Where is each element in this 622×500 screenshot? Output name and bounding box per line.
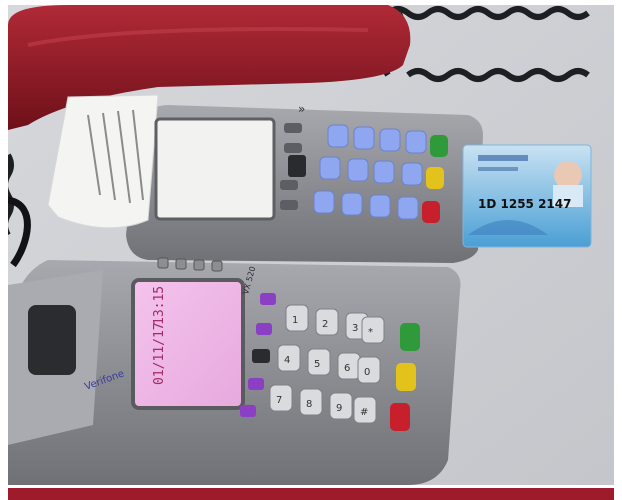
nav-button (288, 155, 306, 177)
printer-slot (28, 305, 76, 375)
id-card-number: 1D 1255 2147 (478, 197, 571, 211)
key-0: 0 (364, 367, 370, 378)
key-4: 4 (284, 355, 290, 366)
terminal-top-arrow: » (298, 102, 305, 116)
key-8: 8 (306, 399, 312, 410)
photo-illustration: » 1D 1255 2147 01/11/17 13:15 Verifone V… (8, 5, 614, 485)
card-photo (554, 161, 582, 189)
key-2: 2 (322, 319, 328, 330)
footer-accent-bar (8, 488, 614, 500)
screen-time: 13:15 (152, 286, 167, 325)
id-card: 1D 1255 2147 (462, 144, 592, 248)
key-1: 1 (292, 315, 298, 326)
key-5: 5 (314, 359, 320, 370)
key-3: 3 (352, 323, 358, 334)
key-star: * (368, 327, 373, 338)
key-7: 7 (276, 395, 282, 406)
screen-date: 01/11/17 (152, 322, 167, 385)
terminal-bottom-screen (131, 278, 245, 410)
terminal-bottom: 01/11/17 13:15 Verifone VX 520 1 2 3 4 5… (8, 257, 461, 485)
photo: » 1D 1255 2147 01/11/17 13:15 Verifone V… (8, 5, 614, 485)
nav-key (252, 349, 270, 363)
terminal-top-screen (154, 117, 276, 221)
key-hash: # (360, 407, 368, 418)
key-6: 6 (344, 363, 350, 374)
key-9: 9 (336, 403, 342, 414)
